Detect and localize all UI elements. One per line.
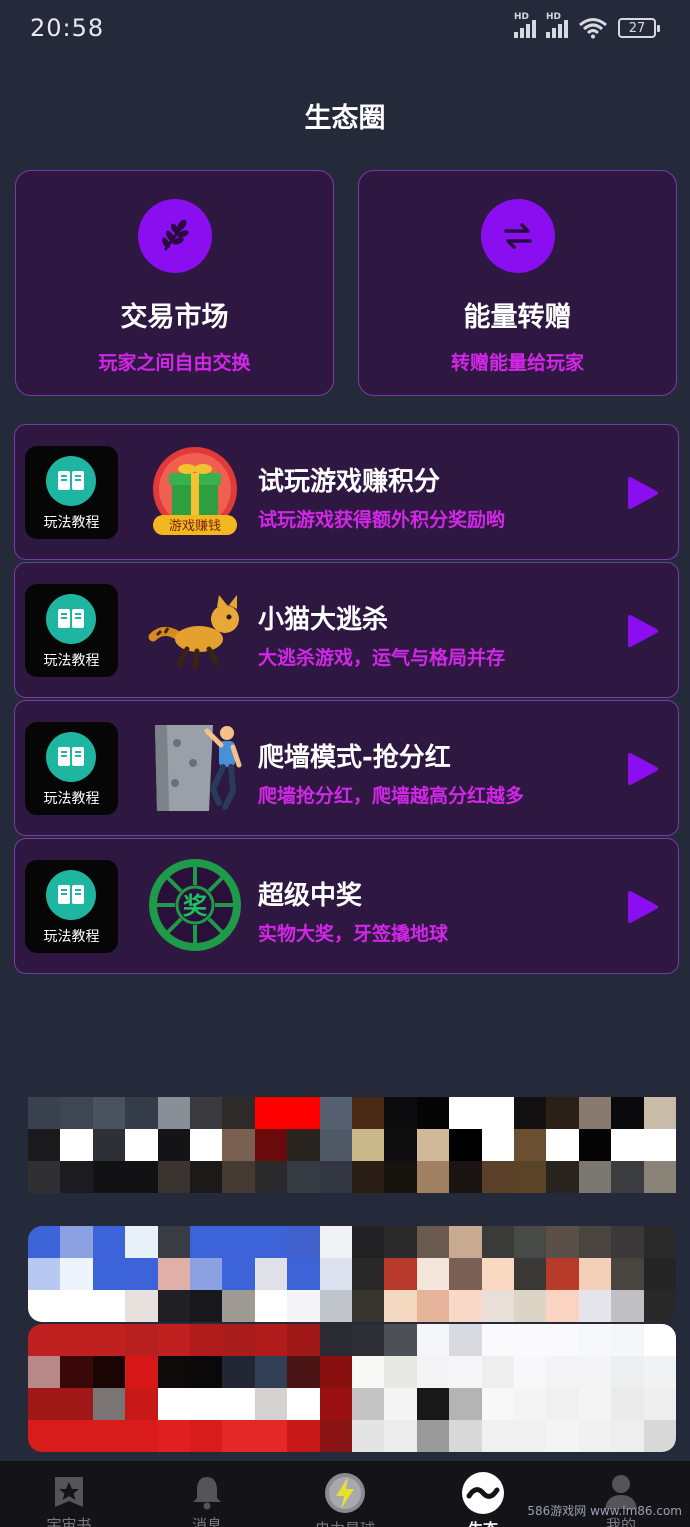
- tab-universe-book[interactable]: 宇宙书: [0, 1461, 138, 1527]
- exchange-arrows-icon: [480, 199, 555, 273]
- feature-title: 交易市场: [120, 302, 229, 333]
- game-card-cat[interactable]: 玩法教程 小猫大逃杀 大逃杀游戏，运气与格局并存: [14, 562, 679, 698]
- game-subtitle: 试玩游戏获得额外积分奖励哟: [258, 509, 506, 531]
- tab-messages[interactable]: 消息: [138, 1461, 276, 1527]
- gift-box-icon: 游戏赚钱: [153, 447, 237, 535]
- tutorial-label: 玩法教程: [43, 929, 100, 945]
- tutorial-button[interactable]: 玩法教程: [25, 860, 118, 953]
- game-title: 爬墙模式-抢分红: [258, 743, 451, 773]
- signal-icon: HD: [546, 12, 568, 38]
- tab-power-planet[interactable]: 电力星球: [276, 1461, 414, 1527]
- battery-icon: 27: [618, 18, 660, 38]
- game-subtitle: 大逃杀游戏，运气与格局并存: [258, 647, 506, 669]
- book-icon: [46, 456, 96, 506]
- battery-level: 27: [628, 20, 646, 36]
- lightning-planet-icon: [323, 1471, 367, 1515]
- ecology-icon: [461, 1471, 505, 1515]
- game-badge: 游戏赚钱: [169, 518, 221, 534]
- climbing-wall-icon: [155, 725, 242, 811]
- prize-badge: 奖: [183, 892, 208, 920]
- book-icon: [46, 594, 96, 644]
- tab-label: 生态: [468, 1518, 498, 1527]
- book-icon: [46, 732, 96, 782]
- tutorial-label: 玩法教程: [43, 515, 100, 531]
- play-icon[interactable]: [627, 476, 659, 510]
- status-time: 20:58: [30, 14, 105, 42]
- play-icon[interactable]: [627, 752, 659, 786]
- pixelated-banner-2[interactable]: [28, 1226, 676, 1322]
- play-icon[interactable]: [627, 614, 659, 648]
- signal-icon: HD: [514, 12, 536, 38]
- feature-title: 能量转赠: [463, 302, 572, 333]
- leaf-icon: [137, 199, 212, 273]
- page-title: 生态圈: [304, 103, 386, 134]
- game-subtitle: 爬墙抢分红，爬墙越高分红越多: [258, 785, 525, 807]
- energy-transfer-card[interactable]: 能量转赠 转赠能量给玩家: [358, 170, 677, 396]
- tab-label: 消息: [191, 1516, 222, 1527]
- game-card-trial[interactable]: 玩法教程 游戏赚钱 试玩游戏赚积分 试玩游戏获得额外积分奖励哟: [14, 424, 679, 560]
- tutorial-label: 玩法教程: [43, 791, 100, 807]
- tutorial-button[interactable]: 玩法教程: [25, 446, 118, 539]
- running-cat-icon: [148, 595, 239, 670]
- pixelated-banner-1[interactable]: [28, 1097, 676, 1193]
- trade-market-card[interactable]: 交易市场 玩家之间自由交换: [15, 170, 334, 396]
- feature-subtitle: 转赠能量给玩家: [450, 352, 584, 374]
- feature-subtitle: 玩家之间自由交换: [98, 352, 251, 374]
- bell-icon: [185, 1471, 229, 1511]
- play-icon[interactable]: [627, 890, 659, 924]
- prize-wheel-icon: 奖: [149, 859, 241, 951]
- wifi-icon: [579, 18, 607, 39]
- game-subtitle: 实物大奖，牙签撬地球: [258, 923, 449, 945]
- tutorial-label: 玩法教程: [43, 653, 100, 669]
- game-title: 小猫大逃杀: [258, 605, 389, 635]
- book-icon: [46, 870, 96, 920]
- game-card-jackpot[interactable]: 玩法教程 奖 超级中奖 实物大奖，牙签撬地球: [14, 838, 679, 974]
- watermark: 586游戏网 www.lm86.com: [527, 1504, 682, 1518]
- tutorial-button[interactable]: 玩法教程: [25, 722, 118, 815]
- bottom-tab-bar: 宇宙书 消息 电力星球 生态 我的 586游戏网 www.lm86.com: [0, 1461, 690, 1527]
- game-title: 试玩游戏赚积分: [258, 467, 441, 497]
- tab-label: 宇宙书: [46, 1516, 92, 1527]
- game-card-climb[interactable]: 玩法教程 爬墙模式-抢分红 爬墙抢分红，爬墙越高分红越多: [14, 700, 679, 836]
- tutorial-button[interactable]: 玩法教程: [25, 584, 118, 677]
- status-bar: 20:58 HD HD 27: [0, 0, 690, 56]
- game-title: 超级中奖: [258, 881, 363, 911]
- status-icons: HD HD 27: [514, 12, 660, 39]
- book-star-icon: [47, 1471, 91, 1511]
- tab-label: 电力星球: [315, 1518, 375, 1527]
- pixelated-banner-3[interactable]: [28, 1324, 676, 1452]
